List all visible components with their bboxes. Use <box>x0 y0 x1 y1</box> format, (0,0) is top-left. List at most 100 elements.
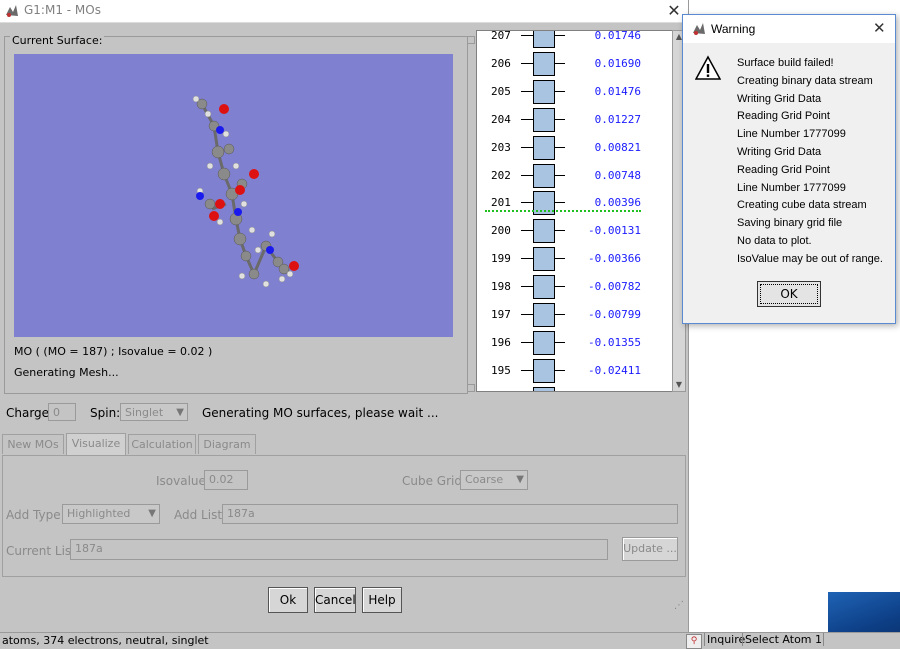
warning-line: Saving binary grid file <box>737 215 893 233</box>
cube-grid-label: Cube Grid: <box>402 474 466 488</box>
add-type-value: Highlighted <box>67 507 130 520</box>
splitter-handle[interactable] <box>467 384 475 392</box>
mo-number: 200 <box>491 224 515 237</box>
orbital-box <box>533 30 555 48</box>
charge-field[interactable]: 0 <box>48 403 76 421</box>
mo-number: 205 <box>491 85 515 98</box>
current-list-label: Current List: <box>6 544 80 558</box>
mo-energy: 0.00396 <box>581 196 641 209</box>
warning-line: Writing Grid Data <box>737 91 893 109</box>
mo-list-item[interactable]: 201 0.00396 <box>477 189 673 217</box>
isovalue-label: Isovalue: <box>156 474 210 488</box>
mo-list-item[interactable]: 206 0.01690 <box>477 50 673 78</box>
mo-energy: 0.01746 <box>581 30 641 42</box>
orbital-box <box>533 164 555 188</box>
select-atom-indicator[interactable]: Select Atom 1 <box>742 633 824 646</box>
orbital-box <box>533 52 555 76</box>
inquire-button[interactable]: Inquire <box>704 633 743 646</box>
spin-dropdown[interactable]: Singlet ▼ <box>120 403 188 421</box>
cube-grid-dropdown[interactable]: Coarse ▼ <box>460 470 528 490</box>
mo-list-item[interactable]: 194-0.03116 <box>477 385 673 392</box>
orbital-box <box>533 303 555 327</box>
gaussview-icon <box>4 3 20 19</box>
spin-label: Spin: <box>90 406 120 420</box>
orbital-box <box>533 247 555 271</box>
add-type-label: Add Type: <box>6 508 65 522</box>
mo-list-item[interactable]: 199-0.00366 <box>477 245 673 273</box>
mo-list-item[interactable]: 203 0.00821 <box>477 134 673 162</box>
mo-energy: -0.02411 <box>581 364 641 377</box>
mo-list-item[interactable]: 197-0.00799 <box>477 301 673 329</box>
tab-new-mos[interactable]: New MOs <box>2 434 64 454</box>
add-type-dropdown[interactable]: Highlighted ▼ <box>62 504 160 524</box>
warning-line: Line Number 1777099 <box>737 126 893 144</box>
mo-number: 201 <box>491 196 515 209</box>
mo-number: 206 <box>491 57 515 70</box>
mos-window: G1:M1 - MOs ✕ Current Surface: <box>0 0 689 632</box>
mo-list-item[interactable]: 200 -0.00131 <box>477 217 673 245</box>
mo-number: 198 <box>491 280 515 293</box>
orbital-box <box>533 275 555 299</box>
gaussview-icon <box>691 21 707 37</box>
warning-line: Writing Grid Data <box>737 144 893 162</box>
mo-energy: -0.00799 <box>581 308 641 321</box>
mo-energy: -0.00131 <box>581 224 641 237</box>
chevron-down-icon: ▼ <box>176 404 184 422</box>
warning-line: Line Number 1777099 <box>737 180 893 198</box>
window-title: G1:M1 - MOs <box>24 3 101 17</box>
warning-line: Creating cube data stream <box>737 197 893 215</box>
mo-list-item[interactable]: 2020.00748 <box>477 162 673 190</box>
warning-icon <box>695 55 721 81</box>
mo-energy-list[interactable]: 207 0.01746 206 0.01690 205 0.01476 204 0.01227… <box>476 30 674 392</box>
mo-energy: 0.01476 <box>581 85 641 98</box>
warning-dialog: Warning ✕ Surface build failed!Creating … <box>682 14 896 324</box>
splitter-handle[interactable] <box>467 36 475 44</box>
warning-title: Warning <box>711 22 755 36</box>
warning-line: Creating binary data stream <box>737 73 893 91</box>
mo-list-item[interactable]: 204 0.01227 <box>477 106 673 134</box>
warning-line: Reading Grid Point <box>737 108 893 126</box>
warning-line: No data to plot. <box>737 233 893 251</box>
mo-number: 204 <box>491 113 515 126</box>
mo-list-item[interactable]: 196-0.01355 <box>477 329 673 357</box>
progress-text: Generating MO surfaces, please wait ... <box>202 406 438 420</box>
warning-ok-button[interactable]: OK <box>757 281 821 307</box>
mo-energy: 0.00821 <box>581 141 641 154</box>
help-button[interactable]: Help <box>362 587 402 613</box>
resize-grip-icon[interactable]: ⋰ <box>674 600 686 612</box>
current-list-field[interactable]: 187a <box>70 539 608 560</box>
orbital-box <box>533 80 555 104</box>
tab-calculation[interactable]: Calculation <box>128 434 196 454</box>
inquire-icon[interactable]: ⚲ <box>686 634 702 649</box>
mo-energy: 0.01690 <box>581 57 641 70</box>
update-button[interactable]: Update ... <box>622 537 678 561</box>
mo-number: 199 <box>491 252 515 265</box>
ok-button[interactable]: Ok <box>268 587 308 613</box>
mo-list-item[interactable]: 205 0.01476 <box>477 78 673 106</box>
tab-visualize[interactable]: Visualize <box>66 433 126 455</box>
cube-grid-value: Coarse <box>465 473 503 486</box>
spin-value: Singlet <box>125 406 163 419</box>
warning-line: IsoValue may be out of range. <box>737 251 893 269</box>
mo-info-text: MO ( (MO = 187) ; Isovalue = 0.02 ) <box>14 345 212 358</box>
mo-list-item[interactable]: 198-0.00782 <box>477 273 673 301</box>
add-list-field[interactable]: 187a <box>222 504 678 524</box>
molecule-render <box>14 54 453 337</box>
cancel-button[interactable]: Cancel <box>314 587 356 613</box>
orbital-box <box>533 136 555 160</box>
molecule-viewport[interactable] <box>14 54 453 337</box>
mo-energy: 0.00748 <box>581 169 641 182</box>
mesh-status-text: Generating Mesh... <box>14 366 119 379</box>
isovalue-field[interactable]: 0.02 <box>204 470 248 490</box>
mo-energy: 0.01227 <box>581 113 641 126</box>
mo-list-item[interactable]: 195-0.02411 <box>477 357 673 385</box>
close-icon[interactable]: ✕ <box>873 19 886 37</box>
orbital-box <box>533 387 555 392</box>
mo-number: 203 <box>491 141 515 154</box>
mo-number: 207 <box>491 30 515 42</box>
scroll-down-icon[interactable]: ▼ <box>673 379 685 391</box>
chevron-down-icon: ▼ <box>148 505 156 523</box>
mo-list-item[interactable]: 207 0.01746 <box>477 30 673 50</box>
close-icon[interactable]: ✕ <box>664 1 684 21</box>
tab-diagram[interactable]: Diagram <box>198 434 256 454</box>
